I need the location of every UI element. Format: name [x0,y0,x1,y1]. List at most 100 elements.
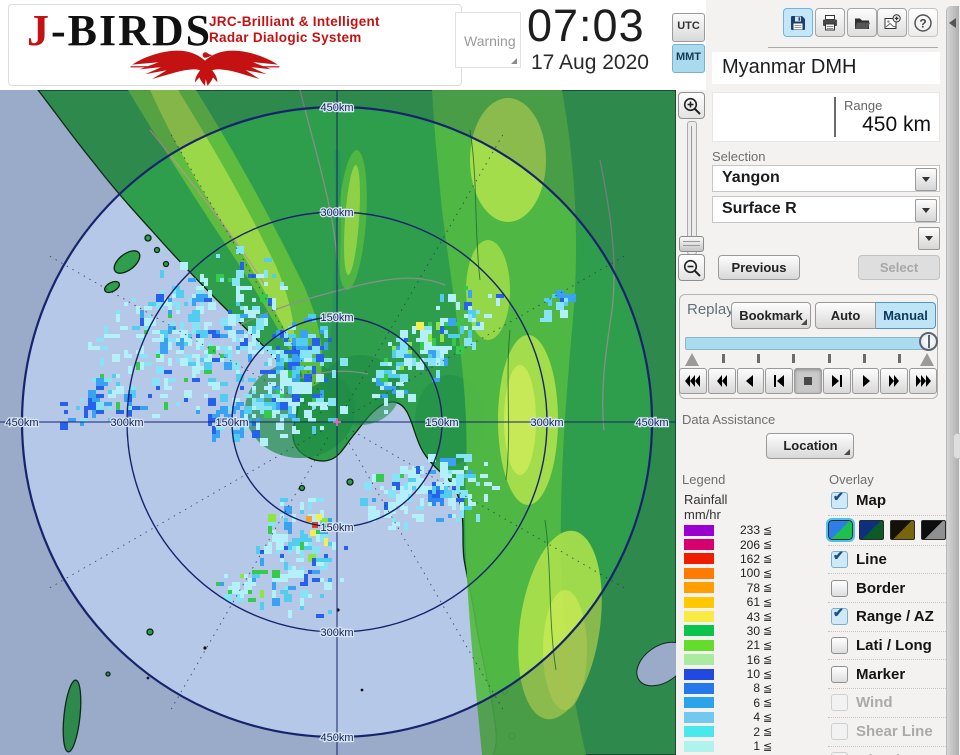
forward-fast-button[interactable] [909,368,938,394]
legend-lte-symbol: ≦ [763,611,773,624]
legend-swatch [684,639,714,651]
legend-swatch [684,596,714,608]
svg-text:450km: 450km [320,732,353,744]
map-palette-option[interactable] [921,520,946,541]
rewind-fast-button[interactable] [679,368,707,394]
utc-button[interactable]: UTC [672,13,705,42]
legend-row: 43 ≦ [684,609,784,624]
clock-time: 07:03 [527,0,645,51]
collapse-arrow-icon [949,18,956,28]
legend-value: 2 [753,724,760,739]
product-dropdown-button[interactable] [915,199,937,222]
checkbox-marker[interactable] [831,665,848,683]
legend-row: 30 ≦ [684,624,784,638]
checkbox-map[interactable] [831,489,848,510]
zoom-out-icon [683,259,701,277]
overlay-options: Map Line Border Range / AZ Lati / Long Marker… [826,487,946,755]
auto-button[interactable]: Auto [815,302,876,329]
map-palette-row [826,514,946,545]
save-icon [791,15,805,30]
legend-row: 233 ≦ [684,523,784,537]
panel-divider [768,47,938,48]
legend-title: Rainfall mm/hr [684,492,728,522]
add-image-button[interactable] [877,8,907,37]
product-dropdown-value: Surface R [722,200,797,217]
legend-swatch [684,524,714,536]
print-button[interactable] [815,8,845,37]
site-dropdown-button[interactable] [915,168,937,191]
overlay-row-wind: Wind [828,688,946,717]
replay-slider-ticks [685,351,934,367]
legend-row: 10 ≦ [684,667,784,681]
help-button[interactable]: ? [908,8,938,37]
legend-value: 21 [746,638,760,653]
stop-button[interactable] [794,368,822,394]
chevron-down-icon [922,177,930,182]
legend-value: 100 [739,566,760,581]
save-button[interactable] [783,8,813,37]
header-bar: J-BIRDS JRC-Brilliant & Intelligent Rada… [0,0,706,90]
bookmark-button[interactable]: Bookmark [731,302,811,329]
zoom-in-button[interactable] [678,92,705,119]
overlay-item-label: Range / AZ [856,608,934,626]
warning-button[interactable]: Warning [455,12,521,68]
open-folder-button[interactable] [847,8,877,37]
select-button[interactable]: Select [858,255,940,280]
legend-swatch [684,582,714,594]
legend-value: 206 [739,537,760,552]
slider-tick [757,354,760,363]
legend-swatch [684,567,714,579]
step-back-button[interactable] [765,368,794,394]
checkbox-shear-line [831,723,848,741]
slider-start-marker [685,353,699,366]
legend-value: 16 [746,652,760,667]
checkbox-lati-long[interactable] [831,637,848,655]
legend-row: 1 ≦ [684,739,784,753]
replay-slider-track[interactable] [685,337,934,350]
legend-row: 162 ≦ [684,552,784,566]
legend-value: 6 [753,695,760,710]
radar-map[interactable]: 150km 150km 150km 150km 300km 300km 300km 300km… [0,90,676,755]
selection-label: Selection [712,149,766,164]
replay-slider-thumb[interactable] [919,332,938,351]
legend-lte-symbol: ≦ [763,654,773,667]
range-label: Range [844,98,883,113]
extra-dropdown-button[interactable] [918,227,940,250]
site-dropdown[interactable]: Yangon [712,165,940,192]
location-button[interactable]: Location [766,432,855,459]
legend-value: 78 [746,580,760,595]
legend-row: 21 ≦ [684,638,784,652]
checkbox-border[interactable] [831,579,848,597]
overlay-item-label: Border [856,579,906,597]
legend-lte-symbol: ≦ [763,524,773,537]
map-palette-option[interactable] [890,520,915,541]
checkbox-range-az[interactable] [831,605,848,626]
legend-lte-symbol: ≦ [763,625,773,638]
x-section-button[interactable]: X-Section [952,432,960,459]
print-icon [823,14,837,30]
range-display: Range 450 km [712,92,940,142]
map-palette-option[interactable] [826,518,855,543]
zoom-slider-track[interactable] [687,121,697,255]
step-forward-button[interactable] [822,368,851,394]
svg-text:450km: 450km [320,102,353,114]
forward-button[interactable] [880,368,909,394]
reverse-play-button[interactable] [736,368,765,394]
svg-text:300km: 300km [320,627,353,639]
legend-lte-symbol: ≦ [763,668,773,681]
map-palette-option[interactable] [859,520,884,541]
zoom-slider-thumb[interactable] [679,236,704,252]
zoom-out-button[interactable] [678,254,705,281]
overlay-item-label: Map [856,492,886,510]
product-dropdown[interactable]: Surface R [712,196,940,223]
legend-lte-symbol: ≦ [763,567,773,580]
play-button[interactable] [851,368,880,394]
mmt-button[interactable]: MMT [672,44,705,73]
clock-date: 17 Aug 2020 [531,51,649,74]
previous-button[interactable]: Previous [718,255,800,280]
checkbox-line[interactable] [831,548,848,569]
legend-row: 2 ≦ [684,724,784,739]
rewind-button[interactable] [707,368,736,394]
panel-collapse-bar[interactable] [946,6,959,755]
manual-button[interactable]: Manual [876,302,936,329]
